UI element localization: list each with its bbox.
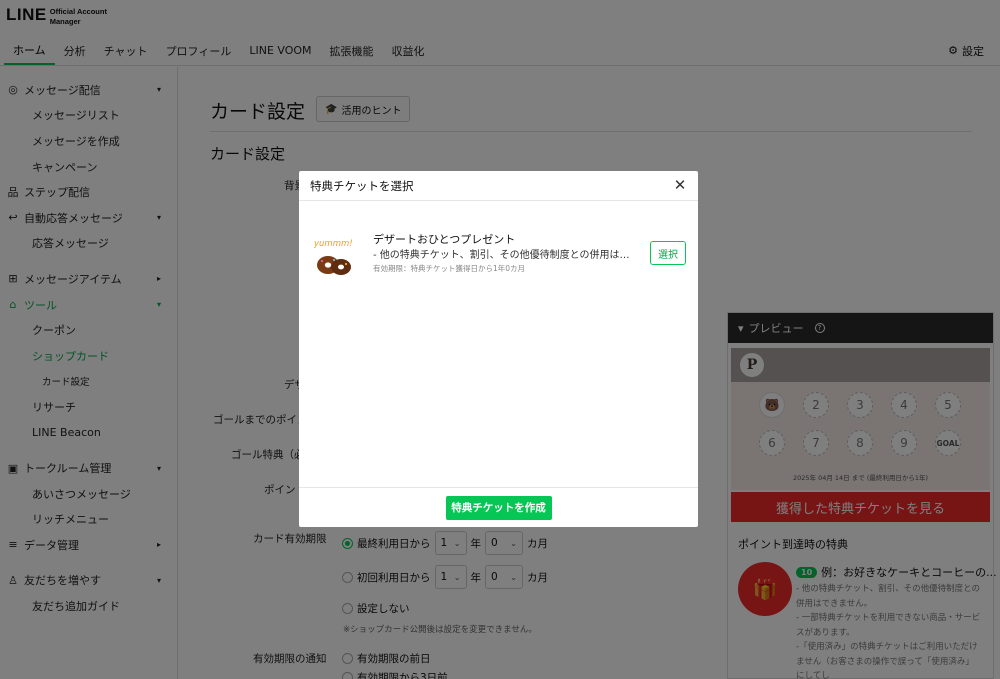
select-ticket-button[interactable]: 選択 — [650, 241, 686, 265]
create-ticket-button[interactable]: 特典チケットを作成 — [445, 495, 552, 520]
ticket-select-dialog: 特典チケットを選択 ✕ yummm! デザートおひとつプレゼント - 他の特典チ… — [299, 171, 698, 527]
dialog-footer: 特典チケットを作成 — [299, 487, 698, 527]
dialog-title: 特典チケットを選択 — [310, 178, 414, 193]
donut-ticket-image: yummm! — [313, 239, 353, 275]
close-icon[interactable]: ✕ — [672, 176, 688, 194]
ticket-name: デザートおひとつプレゼント — [373, 233, 516, 246]
ticket-description: - 他の特典チケット、割引、その他優待制度との併用は… — [373, 250, 630, 261]
ticket-item: yummm! デザートおひとつプレゼント - 他の特典チケット、割引、その他優待… — [313, 228, 686, 288]
dialog-header: 特典チケットを選択 ✕ — [299, 171, 698, 201]
ticket-expiry: 有効期限：特典チケット獲得日から1年0カ月 — [373, 264, 526, 273]
ticket-image-text: yummm! — [313, 239, 353, 249]
